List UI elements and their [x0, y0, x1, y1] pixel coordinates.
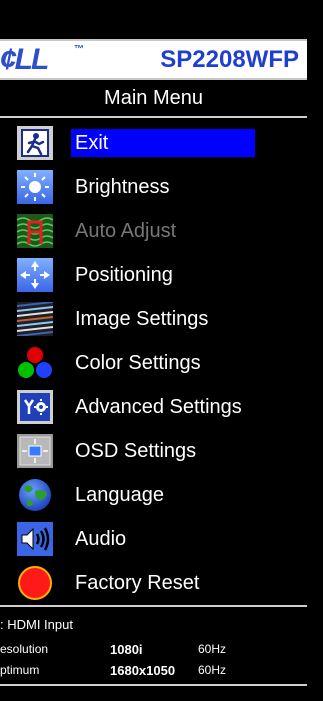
menu-item-advanced-settings[interactable]: Advanced Settings	[17, 388, 297, 426]
menu-item-label: Language	[75, 484, 164, 506]
header: ¢LL ™ SP2208WFP	[0, 39, 307, 80]
optimum-refresh: 60Hz	[198, 663, 227, 677]
image-settings-icon	[16, 301, 54, 337]
menu-item-positioning[interactable]: Positioning	[17, 256, 297, 294]
input-source-text: : HDMI Input	[0, 617, 73, 632]
model-name: SP2208WFP	[160, 46, 299, 73]
exit-icon	[17, 126, 53, 160]
dell-logo: ¢LL	[0, 43, 49, 76]
menu-item-label: Auto Adjust	[75, 220, 177, 242]
speaker-icon	[17, 522, 53, 556]
menu-item-label: Factory Reset	[75, 572, 200, 594]
status-panel: : HDMI Input esolution 1080i 60Hz ptimum…	[0, 605, 307, 686]
menu-item-image-settings[interactable]: Image Settings	[16, 300, 297, 338]
title-bar: Main Menu	[0, 80, 307, 118]
menu-item-exit[interactable]: Exit	[17, 124, 297, 162]
menu-item-label: Color Settings	[75, 352, 201, 374]
resolution-label: esolution	[0, 642, 49, 656]
menu-list: Exit Brightness Auto Adjust Positioning …	[0, 120, 307, 603]
menu-item-color-settings[interactable]: Color Settings	[17, 344, 297, 382]
menu-item-auto-adjust: Auto Adjust	[16, 212, 297, 250]
osd-settings-icon	[17, 434, 53, 468]
menu-item-label: Advanced Settings	[75, 396, 242, 418]
resolution-refresh: 60Hz	[198, 642, 227, 656]
factory-reset-icon	[17, 566, 53, 600]
menu-item-osd-settings[interactable]: OSD Settings	[17, 432, 297, 470]
auto-adjust-icon	[16, 214, 54, 248]
menu-item-audio[interactable]: Audio	[17, 520, 297, 558]
menu-item-brightness[interactable]: Brightness	[17, 168, 297, 206]
color-settings-icon	[17, 346, 53, 380]
menu-title: Main Menu	[104, 87, 203, 109]
osd-main-menu: ¢LL ™ SP2208WFP Main Menu Exit Brightnes…	[0, 0, 323, 701]
menu-item-label: Brightness	[75, 176, 170, 198]
menu-item-factory-reset[interactable]: Factory Reset	[17, 564, 297, 602]
trademark-symbol: ™	[74, 44, 84, 55]
brightness-icon	[17, 170, 53, 204]
optimum-value: 1680x1050	[110, 663, 176, 678]
menu-item-label: Positioning	[75, 264, 173, 286]
optimum-label: ptimum	[0, 663, 40, 677]
menu-item-label: Audio	[75, 528, 127, 550]
positioning-icon	[17, 258, 53, 292]
resolution-value: 1080i	[110, 642, 143, 657]
globe-icon	[17, 478, 53, 512]
menu-item-label: Image Settings	[75, 308, 209, 330]
advanced-settings-icon	[17, 390, 53, 424]
menu-item-language[interactable]: Language	[17, 476, 297, 514]
menu-item-label: Exit	[71, 129, 255, 157]
menu-item-label: OSD Settings	[75, 440, 197, 462]
